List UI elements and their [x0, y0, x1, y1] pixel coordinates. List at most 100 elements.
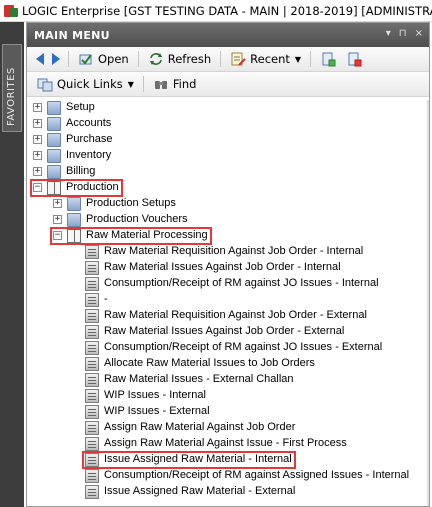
quick-links-button[interactable]: Quick Links ▼	[33, 74, 138, 94]
expand-icon[interactable]: +	[53, 199, 62, 208]
tree-item-label: Consumption/Receipt of RM against JO Iss…	[104, 341, 383, 353]
tree-row[interactable]: Raw Material Issues Against Job Order - …	[27, 324, 429, 340]
tree-item-label: Billing	[66, 165, 96, 177]
tool-button-2[interactable]	[342, 49, 366, 69]
toolbar-separator	[137, 51, 139, 67]
tree-row[interactable]: + Setup	[27, 100, 429, 116]
tree-item-label: Raw Material Issues - External Challan	[104, 373, 294, 385]
tree-item-label: Setup	[66, 101, 95, 113]
expand-icon[interactable]: +	[53, 215, 62, 224]
tool-button-1[interactable]	[316, 49, 340, 69]
recent-label: Recent	[250, 52, 290, 66]
document-icon	[85, 373, 99, 387]
document-icon	[85, 341, 99, 355]
quick-links-dropdown-icon[interactable]: ▼	[128, 80, 134, 89]
toolbar-row-1: Open Refresh Recent ▼	[27, 47, 429, 72]
expand-icon[interactable]: +	[33, 151, 42, 160]
tree-item-label: Raw Material Requisition Against Job Ord…	[104, 309, 367, 321]
open-button[interactable]: Open	[74, 49, 133, 69]
panel-header: MAIN MENU ▾ ⊓ ×	[27, 23, 429, 47]
open-icon	[78, 51, 94, 67]
tree-row[interactable]: + Purchase	[27, 132, 429, 148]
app-logo-icon	[4, 4, 18, 18]
tree-row[interactable]: Raw Material Requisition Against Job Ord…	[27, 244, 429, 260]
collapse-icon[interactable]: −	[53, 231, 62, 240]
find-button[interactable]: Find	[149, 74, 201, 94]
tree-item-label: Inventory	[66, 149, 112, 161]
tree-row[interactable]: Consumption/Receipt of RM against JO Iss…	[27, 276, 429, 292]
tree-item-label: Allocate Raw Material Issues to Job Orde…	[104, 357, 315, 369]
tree-row[interactable]: Raw Material Issues - External Challan	[27, 372, 429, 388]
tree-item-label: Issue Assigned Raw Material - External	[104, 485, 296, 497]
tree-row[interactable]: + Billing	[27, 164, 429, 180]
document-icon	[85, 293, 99, 307]
collapse-icon[interactable]: −	[33, 183, 42, 192]
open-book-icon	[67, 229, 81, 243]
report-icon	[320, 51, 336, 67]
menu-tree: + Setup + Accounts + Purchase + Inventory + Billi…	[27, 100, 429, 506]
expand-icon[interactable]: +	[33, 135, 42, 144]
refresh-icon	[148, 51, 164, 67]
tree-item-label: Issue Assigned Raw Material - Internal	[104, 453, 292, 465]
document-icon	[85, 469, 99, 483]
tree-row[interactable]: Raw Material Issues Against Job Order - …	[27, 260, 429, 276]
module-icon	[47, 117, 61, 131]
tree-row[interactable]: Consumption/Receipt of RM against JO Iss…	[27, 340, 429, 356]
forward-arrow-icon[interactable]	[52, 53, 60, 65]
recent-button[interactable]: Recent ▼	[226, 49, 305, 69]
tree-row[interactable]: + Production Vouchers	[27, 212, 429, 228]
tree-row[interactable]: Allocate Raw Material Issues to Job Orde…	[27, 356, 429, 372]
tree-row[interactable]: Consumption/Receipt of RM against Assign…	[27, 468, 429, 484]
document-icon	[85, 309, 99, 323]
recent-dropdown-icon[interactable]: ▼	[295, 55, 301, 64]
document-icon	[85, 437, 99, 451]
expand-icon[interactable]: +	[33, 103, 42, 112]
tree-row[interactable]: Issue Assigned Raw Material - Internal	[27, 452, 429, 468]
quick-links-icon	[37, 76, 53, 92]
toolbar-separator	[142, 76, 144, 92]
tree-row[interactable]: Assign Raw Material Against Issue - Firs…	[27, 436, 429, 452]
module-icon	[67, 213, 81, 227]
tree-item-label: -	[104, 293, 108, 305]
refresh-button[interactable]: Refresh	[144, 49, 215, 69]
tree-row[interactable]: Assign Raw Material Against Job Order	[27, 420, 429, 436]
back-arrow-icon[interactable]	[36, 53, 44, 65]
document-icon	[85, 453, 99, 467]
export-icon	[346, 51, 362, 67]
tree-item-label: Production	[66, 181, 119, 193]
tree-row[interactable]: + Accounts	[27, 116, 429, 132]
tree-row[interactable]: -	[27, 292, 429, 308]
panel-close-icon[interactable]: ×	[415, 28, 423, 39]
tree-row[interactable]: + Inventory	[27, 148, 429, 164]
tree-item-label: Purchase	[66, 133, 113, 145]
tree-item-label: WIP Issues - External	[104, 405, 210, 417]
panel-pin-icon[interactable]: ⊓	[399, 28, 407, 39]
panel-dropdown-icon[interactable]: ▾	[386, 28, 391, 39]
favorites-sidebar: FAVORITES	[0, 22, 24, 507]
tree-item-label: Assign Raw Material Against Issue - Firs…	[104, 437, 347, 449]
tree-item-label: Assign Raw Material Against Job Order	[104, 421, 296, 433]
refresh-label: Refresh	[167, 52, 212, 66]
module-icon	[47, 165, 61, 179]
module-icon	[67, 197, 81, 211]
tree-row[interactable]: − Raw Material Processing	[27, 228, 429, 244]
tree-row[interactable]: WIP Issues - External	[27, 404, 429, 420]
toolbar-separator	[310, 51, 312, 67]
expand-icon[interactable]: +	[33, 167, 42, 176]
open-book-icon	[47, 181, 61, 195]
tree-row[interactable]: Issue Assigned Raw Material - External	[27, 484, 429, 500]
main-menu-panel: MAIN MENU ▾ ⊓ × Open Refresh Recent ▼ Qu…	[26, 22, 430, 507]
tree-row[interactable]: − Production	[27, 180, 429, 196]
tree-row[interactable]: Raw Material Requisition Against Job Ord…	[27, 308, 429, 324]
toolbar-separator	[220, 51, 222, 67]
expand-icon[interactable]: +	[33, 119, 42, 128]
document-icon	[85, 325, 99, 339]
document-icon	[85, 261, 99, 275]
tree-row[interactable]: + Production Setups	[27, 196, 429, 212]
tree-row[interactable]: WIP Issues - Internal	[27, 388, 429, 404]
find-binoculars-icon	[153, 76, 169, 92]
tree-item-label: Raw Material Requisition Against Job Ord…	[104, 245, 364, 257]
toolbar-row-2: Quick Links ▼ Find	[27, 72, 429, 97]
window-title: LOGIC Enterprise [GST TESTING DATA - MAI…	[21, 3, 432, 18]
open-label: Open	[98, 52, 129, 66]
